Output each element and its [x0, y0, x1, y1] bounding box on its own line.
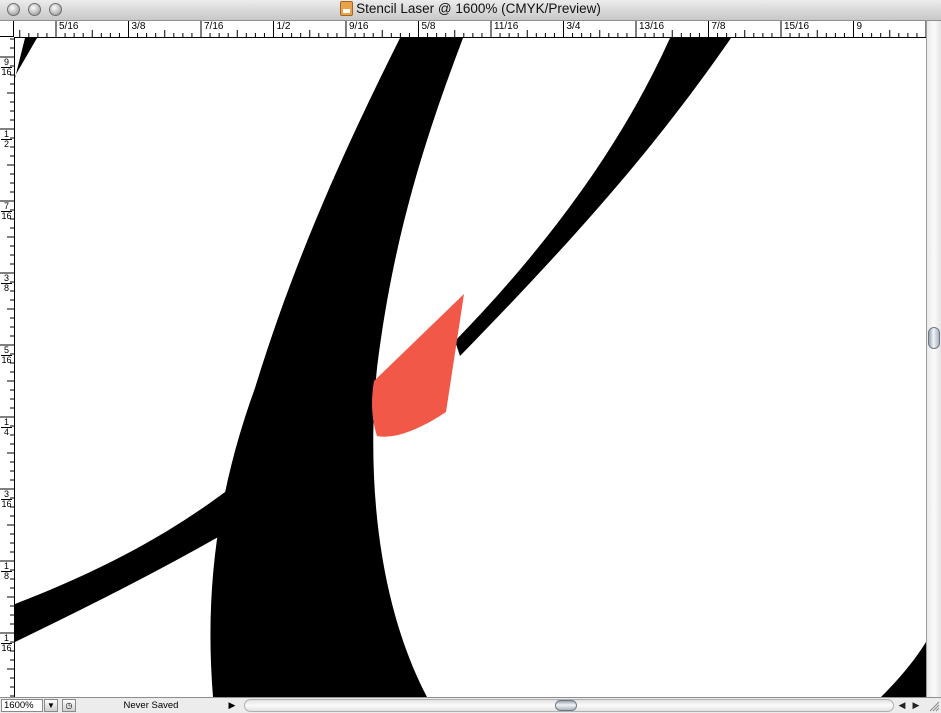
title-bar: Stencil Laser @ 1600% (CMYK/Preview): [0, 0, 941, 21]
horizontal-scrollbar[interactable]: [244, 699, 894, 712]
ruler-label-denominator: 16: [1, 211, 12, 221]
ruler-label-numerator: 1: [3, 417, 9, 427]
ruler-label: 9: [856, 21, 863, 32]
ruler-label-numerator: 7: [3, 201, 9, 211]
clock-icon: ◷: [65, 701, 73, 710]
play-icon: ▶: [228, 700, 236, 710]
window-title-wrap: Stencil Laser @ 1600% (CMYK/Preview): [0, 1, 941, 16]
save-status: Never Saved: [123, 700, 179, 711]
ruler-label: 18: [1, 562, 12, 581]
ruler-label-denominator: 2: [1, 139, 12, 149]
stroke-lower-left: [15, 486, 233, 642]
stroke-upper-right: [455, 38, 731, 356]
ruler-label-numerator: 5: [3, 345, 9, 355]
scroll-right-button[interactable]: ▶: [910, 699, 922, 712]
ruler-label-denominator: 4: [1, 427, 12, 437]
ruler-label-numerator: 3: [3, 489, 9, 499]
ruler-label-denominator: 16: [1, 67, 12, 77]
zoom-field[interactable]: 1600%: [1, 699, 43, 712]
document-icon: [340, 1, 354, 16]
status-arrow-button[interactable]: ▶: [226, 699, 238, 712]
ruler-label: 13/16: [639, 21, 665, 32]
window-title: Stencil Laser @ 1600% (CMYK/Preview): [356, 1, 601, 16]
ruler-label: 15/16: [784, 21, 810, 32]
ruler-label: 38: [1, 274, 12, 293]
ruler-label-numerator: 1: [3, 633, 9, 643]
vertical-scroll-thumb[interactable]: [928, 327, 940, 349]
zoom-dropdown[interactable]: ▼: [44, 699, 58, 712]
ruler-label: 5 16: [1, 346, 12, 365]
ruler-label-denominator: 8: [1, 283, 12, 293]
ruler-label: 3 16: [1, 490, 12, 509]
ruler-label: 7/8: [711, 21, 726, 32]
ruler-label: 7/16: [204, 21, 224, 32]
ruler-label-numerator: 3: [3, 273, 9, 283]
ruler-label: 14: [1, 418, 12, 437]
ruler-label: 3/8: [131, 21, 146, 32]
vertical-scrollbar[interactable]: [926, 21, 941, 697]
stroke-top-left: [15, 38, 37, 78]
resize-grip-icon[interactable]: [927, 699, 940, 712]
highlight-shape: [372, 294, 464, 437]
ruler-label: 9 16: [1, 58, 12, 77]
chevron-right-icon: ▶: [912, 700, 920, 710]
vertical-ruler[interactable]: 9 16 1 2 7 16 3 8 5 16 1 4 3 16 1 8 1 16: [0, 37, 15, 697]
stroke-lower-right: [881, 642, 926, 697]
horizontal-ruler[interactable]: 5/16 3/8 7/16 1/2 9/16 5/8 11/16 3/4 13/16 7/8 15/…: [14, 21, 926, 38]
ruler-label: 7 16: [1, 202, 12, 221]
ruler-label-denominator: 16: [1, 355, 12, 365]
ruler-label: 1/2: [276, 21, 291, 32]
ruler-label: 9/16: [349, 21, 369, 32]
ruler-label: 5/8: [421, 21, 436, 32]
ruler-label-denominator: 16: [1, 499, 12, 509]
scroll-left-button[interactable]: ◀: [896, 699, 908, 712]
ruler-origin[interactable]: [0, 21, 14, 37]
status-menu-button[interactable]: ◷: [62, 699, 76, 712]
ruler-label-numerator: 1: [3, 129, 9, 139]
artwork: [15, 38, 926, 697]
chevron-left-icon: ◀: [898, 700, 906, 710]
horizontal-scroll-thumb[interactable]: [555, 700, 577, 711]
status-bar: 1600% ▼ ◷ Never Saved ▶ ◀ ▶: [0, 697, 941, 713]
ruler-label-denominator: 16: [1, 643, 12, 653]
ruler-label: 12: [1, 130, 12, 149]
ruler-label: 1 16: [1, 634, 12, 653]
ruler-label: 3/4: [566, 21, 581, 32]
document-canvas[interactable]: [15, 38, 926, 697]
ruler-label: 11/16: [494, 21, 519, 32]
ruler-label-denominator: 8: [1, 571, 12, 581]
ruler-label: 5/16: [59, 21, 79, 32]
ruler-label-numerator: 9: [3, 57, 9, 67]
ruler-label-numerator: 1: [3, 561, 9, 571]
chevron-down-icon: ▼: [47, 701, 55, 710]
